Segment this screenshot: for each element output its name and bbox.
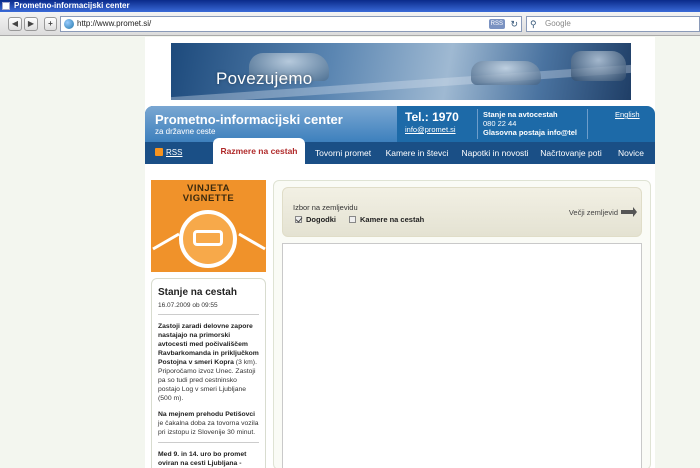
road-status-item-text: je čakalna doba za tovorna vozila pri iz… <box>158 420 259 436</box>
header-banner: Povezujemo <box>171 43 631 100</box>
highway-status-phone: 080 22 44 <box>483 119 517 128</box>
back-icon[interactable]: ◀ <box>8 17 22 31</box>
highway-status-label: Stanje na avtocestah <box>483 110 558 119</box>
page-viewport: Povezujemo Prometno-informacijski center… <box>0 37 700 468</box>
banner-car <box>471 61 541 85</box>
globe-icon <box>64 19 74 29</box>
voice-station-label: Glasovna postaja info@tel <box>483 128 577 137</box>
tab-razmere-na-cestah[interactable]: Razmere na cestah <box>213 138 305 164</box>
events-label[interactable]: Dogodki <box>306 215 336 224</box>
rss-icon <box>155 148 163 156</box>
road-status-panel: Stanje na cestah 16.07.2009 ob 09:55 Zas… <box>151 278 266 468</box>
site-subtitle: za državne ceste <box>155 127 216 136</box>
main-menu: RSS Razmere na cestah Tovorni promet Kam… <box>145 138 655 164</box>
cameras-label[interactable]: Kamere na cestah <box>360 215 424 224</box>
map-canvas[interactable] <box>282 243 642 468</box>
tab-novice[interactable]: Novice <box>613 142 649 164</box>
road-icon <box>152 232 180 251</box>
road-status-item: Med 9. in 14. uro bo promet oviran na ce… <box>158 450 259 468</box>
site-title[interactable]: Prometno-informacijski center <box>155 112 343 127</box>
car-icon <box>193 230 223 246</box>
road-status-item: Zastoji zaradi delovne zapore nastajajo … <box>158 322 259 403</box>
map-selector-label: Izbor na zemljevidu <box>293 203 358 212</box>
search-input[interactable]: ⚲ Google <box>526 16 700 32</box>
road-status-item-bold: Na mejnem prehodu Petišovci <box>158 411 256 418</box>
events-checkbox[interactable]: Dogodki <box>295 215 336 224</box>
map-panel: Izbor na zemljevidu Dogodki Kamere na ce… <box>273 180 651 468</box>
bigger-map-link[interactable]: Večji zemljevid <box>569 207 637 217</box>
divider <box>158 314 259 315</box>
page-content: Povezujemo Prometno-informacijski center… <box>145 37 655 468</box>
rss-link[interactable]: RSS <box>155 142 182 164</box>
checkbox-icon[interactable] <box>349 216 356 223</box>
arrow-right-icon <box>621 207 637 217</box>
language-link-english[interactable]: English <box>615 110 640 119</box>
window-icon <box>2 2 10 10</box>
road-status-item: Na mejnem prehodu Petišovci je čakalna d… <box>158 410 259 437</box>
cameras-checkbox[interactable]: Kamere na cestah <box>349 215 424 224</box>
road-icon <box>238 232 266 251</box>
divider <box>158 442 259 443</box>
vignette-line2: VIGNETTE <box>182 193 235 204</box>
site-header: Prometno-informacijski center za državne… <box>145 106 655 142</box>
reload-icon[interactable]: ↻ <box>510 17 518 31</box>
address-bar[interactable]: http://www.promet.si/ RSS ↻ <box>60 16 522 32</box>
divider <box>477 109 478 139</box>
rss-label[interactable]: RSS <box>166 148 182 157</box>
window-titlebar: Prometno-informacijski center <box>0 0 700 12</box>
tab-kamere-in-stevci[interactable]: Kamere in števci <box>383 142 451 164</box>
checkbox-checked-icon[interactable] <box>295 216 302 223</box>
phone-number: Tel.: 1970 <box>405 110 459 124</box>
window-title: Prometno-informacijski center <box>14 1 130 10</box>
tab-napotki-in-novosti[interactable]: Napotki in novosti <box>459 142 531 164</box>
map-toolbar: Izbor na zemljevidu Dogodki Kamere na ce… <box>282 187 642 237</box>
email-link[interactable]: info@promet.si <box>405 125 456 134</box>
search-placeholder: Google <box>545 19 571 28</box>
divider <box>587 109 588 139</box>
search-icon: ⚲ <box>530 19 537 29</box>
vignette-title: VINJETA VIGNETTE <box>151 184 266 204</box>
forward-icon[interactable]: ▶ <box>24 17 38 31</box>
banner-car <box>571 51 626 81</box>
road-status-item-bold: Med 9. in 14. uro bo promet oviran na ce… <box>158 451 247 467</box>
tab-tovorni-promet[interactable]: Tovorni promet <box>311 142 375 164</box>
banner-slogan: Povezujemo <box>216 69 313 88</box>
road-status-timestamp: 16.07.2009 ob 09:55 <box>158 302 218 309</box>
tab-nacrtovanje-poti[interactable]: Načrtovanje poti <box>539 142 603 164</box>
browser-toolbar: ◀ ▶ + http://www.promet.si/ RSS ↻ ⚲ Goog… <box>0 12 700 36</box>
bigger-map-label[interactable]: Večji zemljevid <box>569 208 618 217</box>
address-text[interactable]: http://www.promet.si/ <box>77 17 151 31</box>
vignette-banner[interactable]: VINJETA VIGNETTE <box>151 180 266 272</box>
rss-feed-icon[interactable]: RSS <box>488 19 505 29</box>
new-tab-button[interactable]: + <box>44 17 57 31</box>
road-status-heading: Stanje na cestah <box>158 287 237 298</box>
